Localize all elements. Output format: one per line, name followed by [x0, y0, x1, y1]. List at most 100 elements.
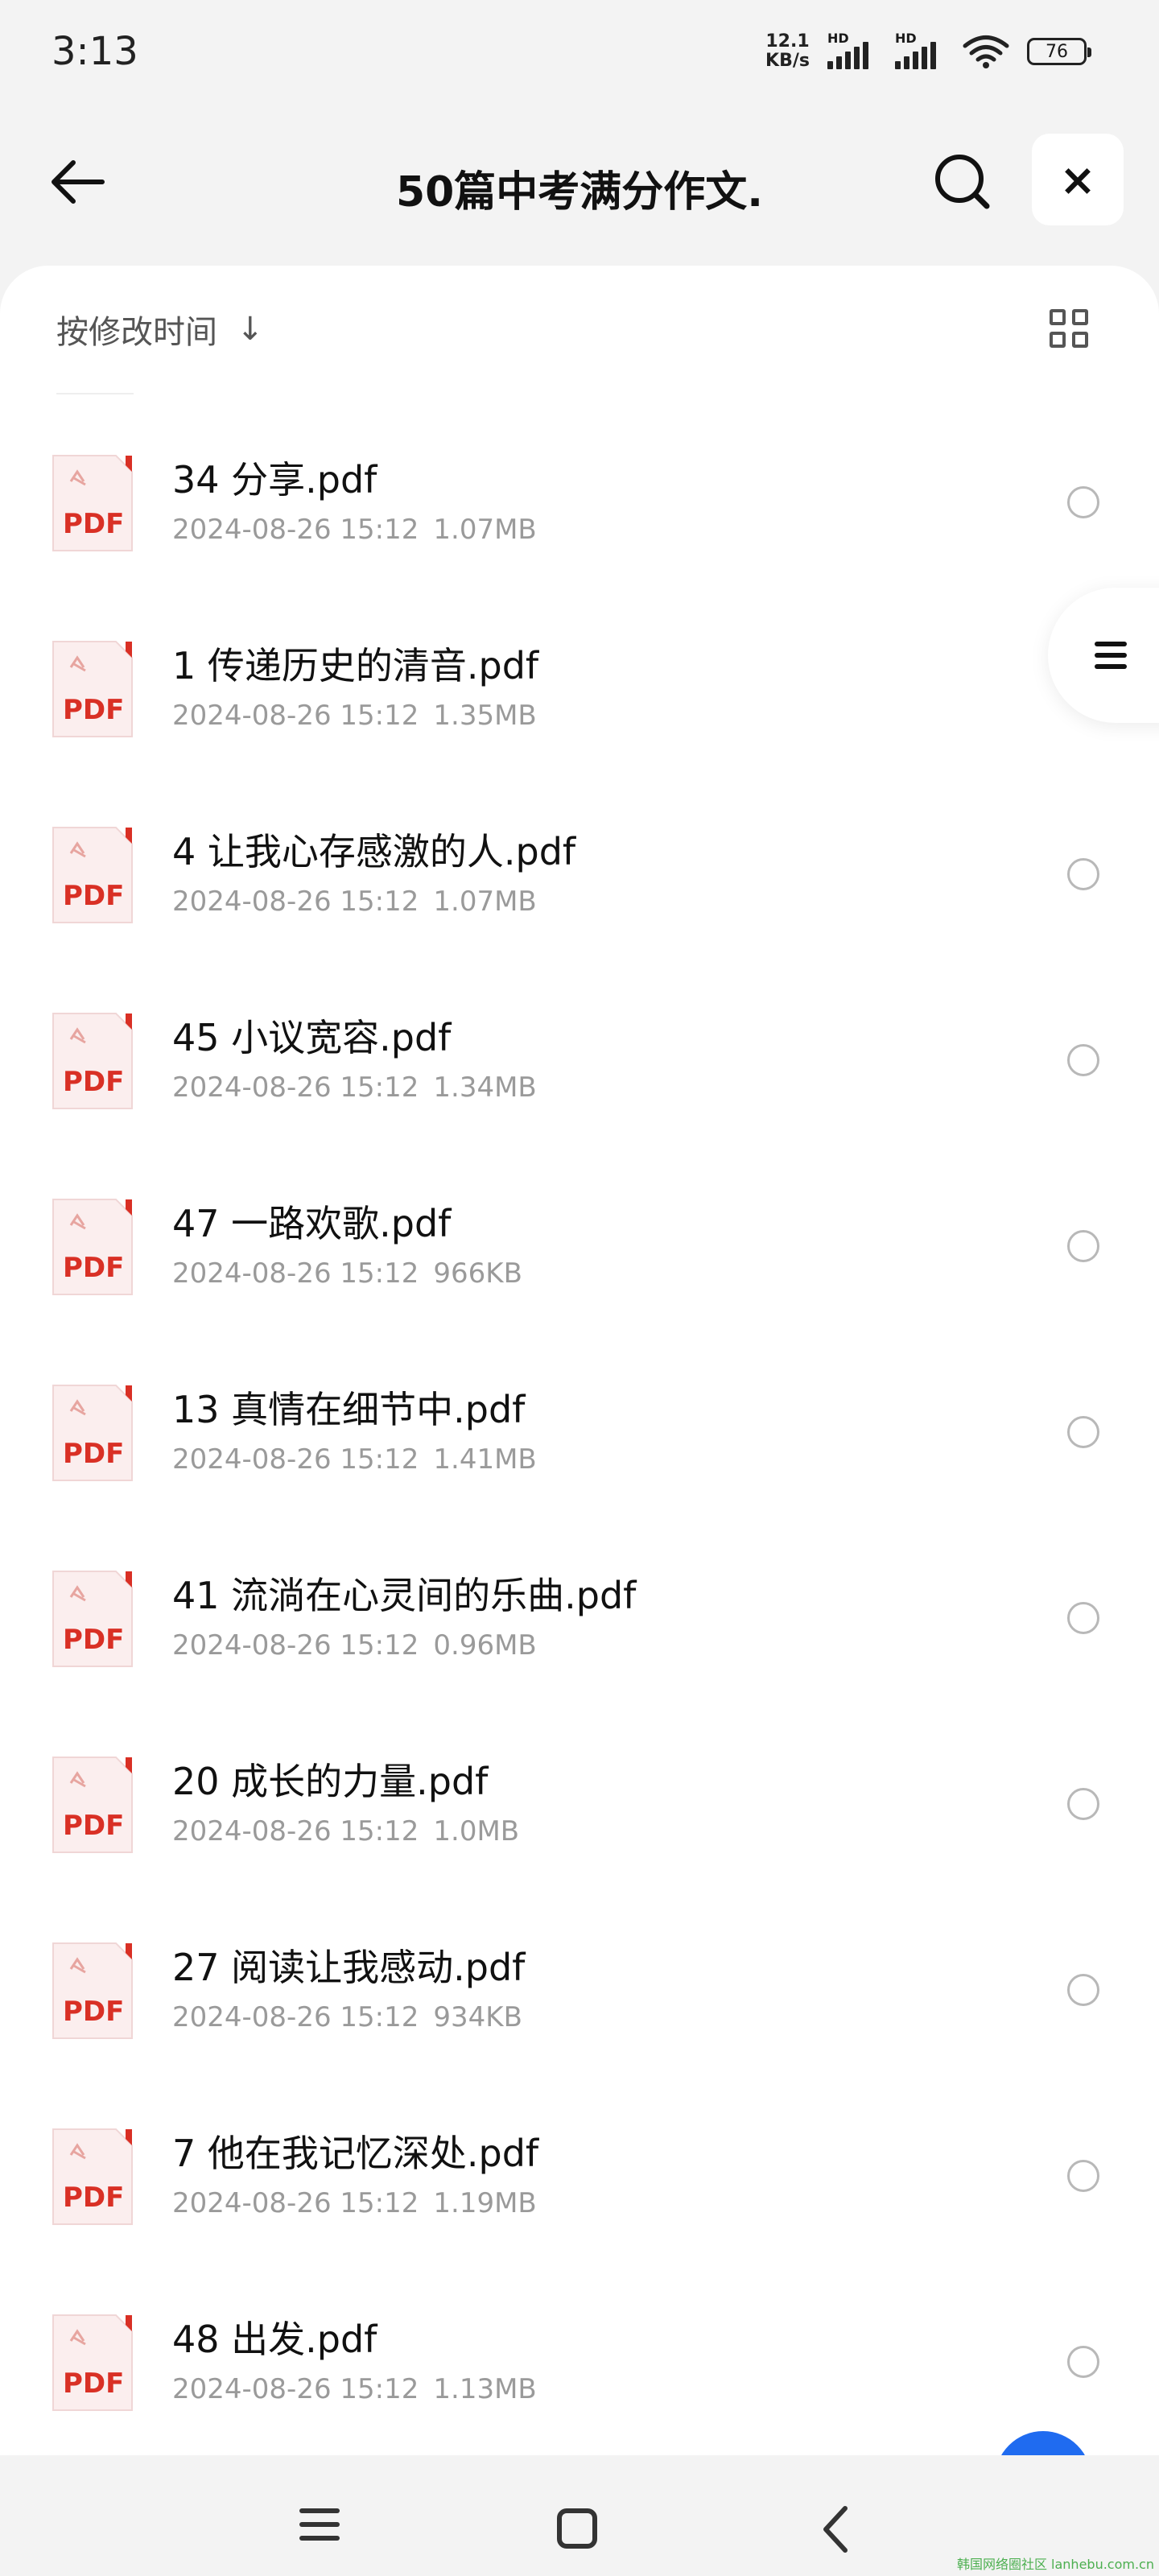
pdf-file-icon: PDF	[52, 827, 133, 923]
file-size: 1.07MB	[433, 886, 537, 918]
svg-text:PDF: PDF	[63, 1810, 124, 1842]
file-row[interactable]: PDF 27 阅读让我感动.pdf 2024-08-26 15:12 934KB	[0, 1940, 1159, 2126]
search-button[interactable]	[929, 148, 996, 216]
recent-apps-button[interactable]	[299, 2508, 343, 2549]
app-header: 50篇中考满分作文. ×	[0, 113, 1159, 258]
file-meta: 2024-08-26 15:12 1.34MB	[172, 1071, 537, 1104]
status-time: 3:13	[52, 29, 138, 74]
file-row[interactable]: PDF 7 他在我记忆深处.pdf 2024-08-26 15:12 1.19MB	[0, 2126, 1159, 2312]
pdf-file-icon: PDF	[52, 2314, 133, 2411]
file-list: PDF 34 分享.pdf 2024-08-26 15:12 1.07MB PDF…	[0, 452, 1159, 2455]
file-name: 27 阅读让我感动.pdf	[172, 1946, 526, 1989]
select-radio[interactable]	[1067, 1602, 1099, 1634]
file-date: 2024-08-26 15:12	[172, 1629, 419, 1662]
file-row[interactable]: PDF 4 让我心存感激的人.pdf 2024-08-26 15:12 1.07M…	[0, 824, 1159, 1010]
file-size: 1.07MB	[433, 514, 537, 546]
pdf-file-icon: PDF	[52, 1571, 133, 1667]
signal-icon: HD	[895, 31, 945, 69]
close-button[interactable]: ×	[1032, 134, 1124, 225]
file-meta: 2024-08-26 15:12 966KB	[172, 1257, 522, 1290]
file-meta: 2024-08-26 15:12 934KB	[172, 2001, 522, 2033]
grid-view-button[interactable]	[1046, 306, 1095, 354]
svg-text:PDF: PDF	[63, 2368, 124, 2400]
wifi-icon	[963, 35, 1009, 68]
file-name: 20 成长的力量.pdf	[172, 1760, 489, 1803]
select-radio[interactable]	[1067, 1230, 1099, 1262]
file-meta: 2024-08-26 15:12 1.19MB	[172, 2187, 537, 2219]
file-date: 2024-08-26 15:12	[172, 886, 419, 918]
file-meta: 2024-08-26 15:12 1.13MB	[172, 2373, 537, 2405]
pdf-file-icon: PDF	[52, 1013, 133, 1109]
sort-control[interactable]: 按修改时间 ↓	[56, 306, 264, 353]
file-meta: 2024-08-26 15:12 1.41MB	[172, 1443, 537, 1476]
file-name: 1 传递历史的清音.pdf	[172, 644, 539, 687]
sort-arrow-icon: ↓	[237, 311, 264, 348]
file-date: 2024-08-26 15:12	[172, 2373, 419, 2405]
file-row[interactable]: PDF 1 传递历史的清音.pdf 2024-08-26 15:12 1.35MB	[0, 638, 1159, 824]
select-radio[interactable]	[1067, 486, 1099, 518]
file-row[interactable]: PDF 47 一路欢歌.pdf 2024-08-26 15:12 966KB	[0, 1196, 1159, 1382]
file-date: 2024-08-26 15:12	[172, 1443, 419, 1476]
file-name: 48 出发.pdf	[172, 2318, 377, 2361]
file-row[interactable]: PDF 48 出发.pdf 2024-08-26 15:12 1.13MB	[0, 2312, 1159, 2455]
file-list-card: 按修改时间 ↓ PDF 34 分享.pdf 2024-08-26 15:12 1.…	[0, 266, 1159, 2455]
pdf-file-icon: PDF	[52, 641, 133, 737]
file-row[interactable]: PDF 13 真情在细节中.pdf 2024-08-26 15:12 1.41MB	[0, 1382, 1159, 1568]
svg-text:PDF: PDF	[63, 1066, 124, 1098]
file-date: 2024-08-26 15:12	[172, 1257, 419, 1290]
chevron-left-icon	[823, 2506, 848, 2553]
file-meta: 2024-08-26 15:12 1.0MB	[172, 1815, 519, 1847]
file-size: 1.35MB	[433, 700, 537, 732]
file-name: 34 分享.pdf	[172, 458, 377, 502]
file-row[interactable]: PDF 34 分享.pdf 2024-08-26 15:12 1.07MB	[0, 452, 1159, 638]
select-radio[interactable]	[1067, 2160, 1099, 2192]
select-radio[interactable]	[1067, 1044, 1099, 1076]
pdf-file-icon: PDF	[52, 1199, 133, 1295]
menu-icon	[1095, 635, 1127, 675]
divider	[56, 393, 134, 394]
file-name: 7 他在我记忆深处.pdf	[172, 2132, 539, 2175]
sort-label: 按修改时间	[56, 314, 217, 351]
file-row[interactable]: PDF 41 流淌在心灵间的乐曲.pdf 2024-08-26 15:12 0.9…	[0, 1568, 1159, 1754]
pdf-file-icon: PDF	[52, 1385, 133, 1481]
select-radio[interactable]	[1067, 1788, 1099, 1820]
search-icon	[935, 155, 990, 209]
system-nav-bar: 韩国网络圈社区 lanhebu.com.cn	[0, 2455, 1159, 2576]
signal-icon: HD	[827, 31, 877, 69]
select-radio[interactable]	[1067, 1974, 1099, 2006]
pdf-file-icon: PDF	[52, 1757, 133, 1853]
file-size: 934KB	[433, 2001, 522, 2033]
file-date: 2024-08-26 15:12	[172, 2187, 419, 2219]
net-speed: 12.1 KB/s	[765, 31, 810, 71]
file-date: 2024-08-26 15:12	[172, 1815, 419, 1847]
file-meta: 2024-08-26 15:12 1.07MB	[172, 514, 537, 546]
status-icons: 12.1 KB/s HD HD 76	[765, 31, 1091, 71]
file-size: 1.13MB	[433, 2373, 537, 2405]
pdf-file-icon: PDF	[52, 2128, 133, 2225]
battery-icon: 76	[1027, 38, 1091, 65]
home-button[interactable]	[557, 2508, 597, 2549]
file-size: 1.19MB	[433, 2187, 537, 2219]
svg-text:PDF: PDF	[63, 1996, 124, 2028]
select-radio[interactable]	[1067, 2346, 1099, 2378]
svg-text:PDF: PDF	[63, 508, 124, 540]
file-size: 1.0MB	[433, 1815, 520, 1847]
file-date: 2024-08-26 15:12	[172, 514, 419, 546]
file-date: 2024-08-26 15:12	[172, 1071, 419, 1104]
select-radio[interactable]	[1067, 1416, 1099, 1448]
file-meta: 2024-08-26 15:12 0.96MB	[172, 1629, 537, 1662]
select-radio[interactable]	[1067, 858, 1099, 890]
svg-text:PDF: PDF	[63, 880, 124, 912]
status-bar: 3:13 12.1 KB/s HD HD 76	[0, 0, 1159, 113]
file-row[interactable]: PDF 45 小议宽容.pdf 2024-08-26 15:12 1.34MB	[0, 1010, 1159, 1196]
file-name: 47 一路欢歌.pdf	[172, 1202, 452, 1245]
file-size: 1.41MB	[433, 1443, 537, 1476]
file-size: 1.34MB	[433, 1071, 537, 1104]
system-back-button[interactable]	[813, 2504, 861, 2555]
watermark: 韩国网络圈社区 lanhebu.com.cn	[956, 2557, 1154, 2572]
svg-text:PDF: PDF	[63, 1624, 124, 1656]
pdf-file-icon: PDF	[52, 455, 133, 551]
svg-text:PDF: PDF	[63, 694, 124, 726]
file-row[interactable]: PDF 20 成长的力量.pdf 2024-08-26 15:12 1.0MB	[0, 1754, 1159, 1940]
svg-text:PDF: PDF	[63, 1252, 124, 1284]
